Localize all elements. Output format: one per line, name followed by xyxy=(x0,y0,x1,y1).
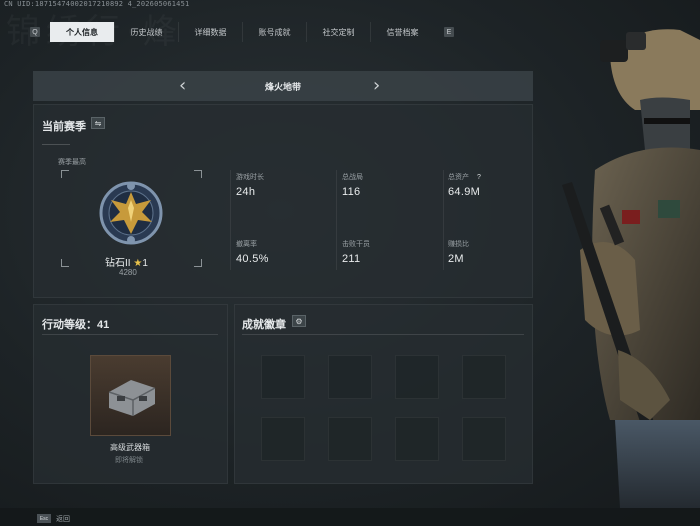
divider xyxy=(242,334,524,335)
stat-value: 211 xyxy=(342,253,361,265)
season-best-label: 赛季最高 xyxy=(58,159,86,166)
badge-slot[interactable] xyxy=(328,355,372,399)
stat-value: 24h xyxy=(236,186,256,198)
tab-reputation[interactable]: 信誉档案 xyxy=(370,22,434,42)
stat-label: 总战局 xyxy=(342,174,363,181)
badge-slot[interactable] xyxy=(462,355,506,399)
stat-operators-defeated: 击败干员 211 xyxy=(342,239,370,265)
stat-label: 撤离率 xyxy=(236,241,257,248)
map-selector: ‹ 烽火地带 › xyxy=(33,71,533,101)
back-label[interactable]: 返回 xyxy=(56,514,70,524)
badge-slot[interactable] xyxy=(462,417,506,461)
achievements-title: 成就徽章 xyxy=(242,319,286,331)
divider xyxy=(42,334,218,335)
rank-name: 钻石II ★1 xyxy=(105,254,148,269)
stat-profit-ratio: 赚损比 2M xyxy=(448,239,469,265)
stat-play-time: 游戏时长 24h xyxy=(236,172,264,198)
map-next-button[interactable]: › xyxy=(373,75,380,96)
badge-slot[interactable] xyxy=(395,355,439,399)
stat-separator xyxy=(336,170,337,270)
stat-value: 40.5% xyxy=(236,253,269,265)
frame-corner xyxy=(194,259,202,267)
operator-artwork xyxy=(562,29,700,508)
frame-corner xyxy=(194,170,202,178)
rank-points: 4280 xyxy=(119,268,137,277)
action-level-title: 行动等级：41 xyxy=(42,319,110,331)
season-title: 当前赛季 xyxy=(42,121,86,133)
tab-achievements[interactable]: 账号成就 xyxy=(242,22,306,42)
tab-next-key[interactable]: E xyxy=(444,27,454,37)
reward-item-status: 即将解锁 xyxy=(115,457,143,464)
map-title: 烽火地带 xyxy=(264,81,301,92)
stat-separator xyxy=(443,170,444,270)
reward-item-name: 高级武器箱 xyxy=(110,443,150,452)
tab-bar: Q 个人信息 历史战绩 详细数据 账号成就 社交定制 信誉档案 E xyxy=(30,22,466,42)
stat-value: 116 xyxy=(342,186,361,198)
esc-key-hint[interactable]: Esc xyxy=(37,514,51,523)
stat-total-matches: 总战局 116 xyxy=(342,172,363,198)
stat-label: 赚损比 xyxy=(448,241,469,248)
stat-total-assets: 总资产 ? 64.9M xyxy=(448,172,481,198)
badge-slot[interactable] xyxy=(328,417,372,461)
weapon-case-icon xyxy=(108,380,156,416)
map-prev-button[interactable]: ‹ xyxy=(179,75,186,96)
badge-slot[interactable] xyxy=(261,417,305,461)
stat-label: 游戏时长 xyxy=(236,174,264,181)
stat-extract-rate: 撤离率 40.5% xyxy=(236,239,269,265)
badge-slot[interactable] xyxy=(395,417,439,461)
tab-social[interactable]: 社交定制 xyxy=(306,22,370,42)
tab-details[interactable]: 详细数据 xyxy=(178,22,242,42)
stat-label: 总资产 ? xyxy=(448,172,481,182)
stat-separator xyxy=(230,170,231,270)
stat-label-text: 总资产 xyxy=(448,174,469,181)
swap-icon[interactable]: ⇋ xyxy=(91,117,105,129)
stat-value: 64.9M xyxy=(448,186,481,198)
rank-stars: 1 xyxy=(142,258,148,269)
tab-personal-info[interactable]: 个人信息 xyxy=(50,22,114,42)
divider xyxy=(42,144,70,145)
rank-emblem-icon xyxy=(99,181,163,245)
tab-prev-key[interactable]: Q xyxy=(30,27,40,37)
help-icon[interactable]: ? xyxy=(477,174,481,181)
footer-bar xyxy=(0,508,700,526)
reward-item-box[interactable] xyxy=(90,355,171,436)
stat-value: 2M xyxy=(448,253,464,265)
frame-corner xyxy=(61,259,69,267)
gear-icon[interactable]: ⚙ xyxy=(292,315,306,327)
badge-slot[interactable] xyxy=(261,355,305,399)
tab-history[interactable]: 历史战绩 xyxy=(114,22,178,42)
stat-label: 击败干员 xyxy=(342,241,370,248)
frame-corner xyxy=(61,170,69,178)
